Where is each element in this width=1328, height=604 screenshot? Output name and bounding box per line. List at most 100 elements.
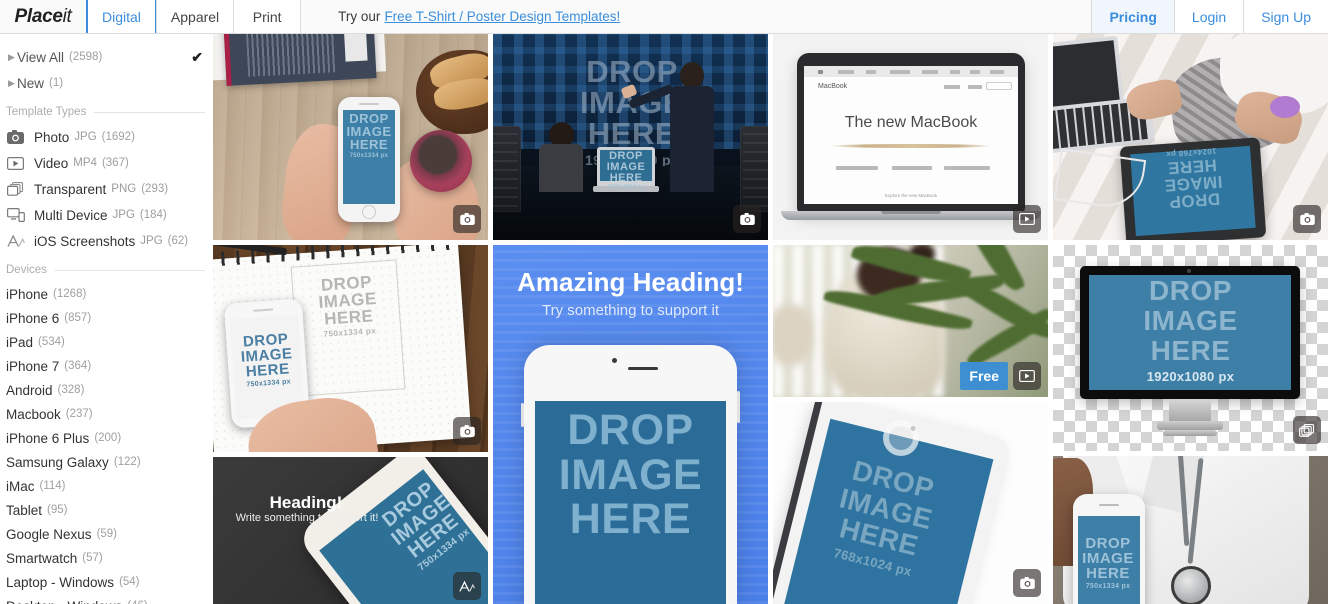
device-laptop-windows[interactable]: Laptop - Windows (54) xyxy=(0,570,213,594)
link-item xyxy=(836,166,878,170)
filter-ios-screenshots[interactable]: iOS Screenshots JPG (62) xyxy=(0,228,213,254)
template-card-amazing-heading-blue-iphone[interactable]: Amazing Heading! Try something to suppor… xyxy=(493,245,768,604)
chevron-right-icon: ▶ xyxy=(8,77,15,88)
photo-badge[interactable] xyxy=(453,205,481,233)
template-types-heading-label: Template Types xyxy=(6,106,87,118)
logo-text-light: it xyxy=(62,5,72,27)
login-button[interactable]: Login xyxy=(1173,0,1245,33)
drop-line-1: DROP xyxy=(1085,535,1131,552)
photo-badge[interactable] xyxy=(1293,205,1321,233)
drop-line-3: HERE xyxy=(349,137,389,152)
hand-with-device xyxy=(773,305,813,365)
promo-link[interactable]: Free T-Shirt / Poster Design Templates! xyxy=(384,9,620,24)
ios-screenshots-badge[interactable] xyxy=(453,572,481,600)
filter-photo[interactable]: Photo JPG (1692) xyxy=(0,124,213,150)
filter-multi-device-label: Multi Device xyxy=(34,207,108,223)
template-card-iphone-notebook-sketch[interactable]: DROP IMAGE HERE 750x1334 px DROP IMAGE H… xyxy=(213,245,488,452)
placeit-logo[interactable]: Place it xyxy=(0,0,86,33)
drop-line-3: HERE xyxy=(569,495,692,544)
filter-video-count: (367) xyxy=(101,157,129,169)
tab-print[interactable]: Print xyxy=(233,0,302,33)
template-card-macbook-apple-page[interactable]: MacBook The new MacBook Explore the new … xyxy=(773,34,1048,240)
chevron-right-icon: ▶ xyxy=(8,51,15,62)
filter-photo-label: Photo xyxy=(34,129,70,145)
device-ipad[interactable]: iPad (534) xyxy=(0,330,213,354)
volume-button xyxy=(521,403,524,427)
photo-badge[interactable] xyxy=(733,205,761,233)
monitor-foot xyxy=(1157,421,1223,430)
macbook-mockup: MacBook The new MacBook Explore the new … xyxy=(797,53,1025,213)
device-count: (59) xyxy=(96,528,118,540)
nav-item xyxy=(890,69,910,74)
device-iphone-6-plus[interactable]: iPhone 6 Plus (200) xyxy=(0,426,213,450)
purple-object xyxy=(1270,96,1300,118)
device-label: Samsung Galaxy xyxy=(6,454,109,470)
drop-image-placeholder: DROP IMAGE HERE 1920x1080 px xyxy=(1108,275,1273,382)
photo-badge[interactable] xyxy=(1013,569,1041,597)
device-tablet[interactable]: Tablet (95) xyxy=(0,498,213,522)
drop-line-1: DROP xyxy=(1149,275,1232,306)
template-card-white-background-tablet[interactable]: DROP IMAGE HERE 768x1024 px xyxy=(773,402,1048,604)
photo-badge[interactable] xyxy=(453,417,481,445)
monitor-neck xyxy=(1169,399,1211,421)
device-android[interactable]: Android (328) xyxy=(0,378,213,402)
filter-video[interactable]: Video MP4 (367) xyxy=(0,150,213,176)
device-google-nexus[interactable]: Google Nexus (59) xyxy=(0,522,213,546)
template-card-iphone-hand-wood-desk[interactable]: DROP IMAGE HERE 750x1334 px xyxy=(213,34,488,240)
device-count: (46) xyxy=(127,600,147,604)
device-count: (534) xyxy=(38,336,65,348)
apple-nav-bar xyxy=(804,66,1018,77)
device-desktop-windows[interactable]: Desktop - Windows (46) xyxy=(0,594,213,604)
grid-column-2: DROP IMAGE HERE 1920x1080 px xyxy=(493,34,768,604)
card-subheading: Try something to support it xyxy=(541,302,720,319)
grid-column-3: MacBook The new MacBook Explore the new … xyxy=(773,34,1048,604)
phone-speaker xyxy=(628,367,658,370)
filter-video-format: MP4 xyxy=(73,157,97,169)
drop-image-placeholder-laptop: DROP IMAGE HERE 1920x1080 px xyxy=(601,151,651,190)
template-card-boardroom-presentation-laptop[interactable]: DROP IMAGE HERE 1920x1080 px xyxy=(493,34,768,240)
pricing-button[interactable]: Pricing xyxy=(1091,0,1175,33)
drop-size-label-laptop: 1920x1080 px xyxy=(608,184,644,190)
device-samsung-galaxy[interactable]: Samsung Galaxy (122) xyxy=(0,450,213,474)
camera-icon xyxy=(1019,577,1035,589)
template-card-dark-heading-tilted-iphone[interactable]: Heading! Write something to support it! … xyxy=(213,457,488,604)
device-count: (57) xyxy=(82,552,103,564)
torso xyxy=(539,144,583,192)
tab-digital[interactable]: Digital xyxy=(86,0,157,33)
device-label: Android xyxy=(6,382,53,398)
device-imac[interactable]: iMac (114) xyxy=(0,474,213,498)
device-macbook[interactable]: Macbook (237) xyxy=(0,402,213,426)
drop-line-2: IMAGE xyxy=(558,450,703,499)
divider xyxy=(94,111,205,113)
phone-speaker xyxy=(359,103,379,105)
template-card-doctor-stethoscope-iphone[interactable]: DROP IMAGE HERE 750x1334 px xyxy=(1053,456,1328,604)
filter-ios-screenshots-format: JPG xyxy=(140,235,163,247)
device-smartwatch[interactable]: Smartwatch (57) xyxy=(0,546,213,570)
ios-screenshots-icon xyxy=(7,233,27,249)
signup-button[interactable]: Sign Up xyxy=(1243,0,1328,33)
template-card-woman-plant-video[interactable]: Free xyxy=(773,245,1048,397)
free-badge: Free xyxy=(960,362,1008,390)
drop-line-2: IMAGE xyxy=(1082,550,1134,567)
watermark-logo xyxy=(883,420,919,456)
filter-multi-device-format: JPG xyxy=(112,209,135,221)
template-card-transparent-imac-monitor[interactable]: DROP IMAGE HERE 1920x1080 px xyxy=(1053,245,1328,451)
device-iphone-6[interactable]: iPhone 6 (857) xyxy=(0,306,213,330)
filter-transparent[interactable]: Transparent PNG (293) xyxy=(0,176,213,202)
promo-banner: Try our Free T-Shirt / Poster Design Tem… xyxy=(300,0,1091,33)
template-card-tablet-on-bed-laptop[interactable]: DROP IMAGE HERE 1024x768 px xyxy=(1053,34,1328,240)
transparent-badge[interactable] xyxy=(1293,416,1321,444)
tab-apparel[interactable]: Apparel xyxy=(155,0,235,33)
chair-texture xyxy=(742,131,768,207)
filter-new[interactable]: ▶ New (1) xyxy=(0,70,213,96)
divider xyxy=(54,269,205,271)
video-badge[interactable] xyxy=(1013,362,1041,390)
filter-view-all[interactable]: ▶ View All (2598) ✔ xyxy=(0,44,213,70)
filter-multi-device[interactable]: Multi Device JPG (184) xyxy=(0,202,213,228)
filter-transparent-format: PNG xyxy=(111,183,137,195)
device-iphone[interactable]: iPhone (1268) xyxy=(0,282,213,306)
video-badge[interactable] xyxy=(1013,205,1041,233)
suit xyxy=(670,86,714,192)
device-iphone-7[interactable]: iPhone 7 (364) xyxy=(0,354,213,378)
book-barcode xyxy=(343,34,368,62)
